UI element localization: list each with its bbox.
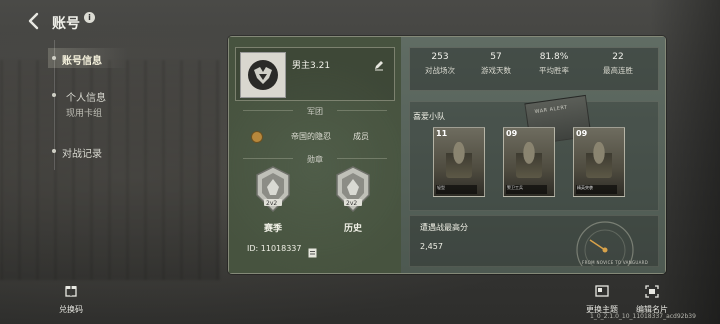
divider xyxy=(243,158,293,159)
soldier-unit-icon xyxy=(586,142,612,178)
season-medal-caption: 赛季 xyxy=(263,224,282,234)
redeem-code-label: 兑换码 xyxy=(59,305,83,314)
footer-note: FROM NOVICE TO VANGUARD xyxy=(582,260,649,265)
unit-level: 09 xyxy=(576,129,588,138)
info-icon[interactable]: i xyxy=(84,12,95,23)
theme-icon xyxy=(595,285,609,297)
soldier-unit-icon xyxy=(516,142,542,178)
squad-title: 喜爱小队 xyxy=(413,112,445,121)
medal-rank-label: 2v2 xyxy=(346,200,358,207)
history-medal[interactable]: 2v2 xyxy=(333,165,373,215)
stat-win-streak: 22 最高连胜 xyxy=(588,52,648,76)
medal-icon xyxy=(256,166,290,213)
legion-members-link[interactable]: 成员 xyxy=(353,131,369,142)
stat-value: 22 xyxy=(612,52,624,62)
unit-tag: 精英突袭 xyxy=(576,185,617,194)
unit-card[interactable]: 11 轻型 xyxy=(433,127,485,197)
back-arrow-icon xyxy=(28,12,39,30)
unit-card[interactable]: 09 警卫工兵 xyxy=(503,127,555,197)
sidebar-item-battle-record[interactable]: 对战记录 xyxy=(62,145,102,160)
card-right-panel: 253 对战场次 57 游戏天数 81.8% 平均胜率 22 最高连胜 WAR … xyxy=(401,37,665,273)
player-id: ID: 11018337 xyxy=(247,244,302,253)
profile-card: 男主3.21 军团 帝国的隐忍 成员 勋章 2v2 赛季 2v2 历史 ID: … xyxy=(228,36,666,274)
divider xyxy=(337,110,387,111)
edit-icon[interactable] xyxy=(373,56,385,71)
medal-rank-label: 2v2 xyxy=(266,200,278,207)
stats-panel: 253 对战场次 57 游戏天数 81.8% 平均胜率 22 最高连胜 xyxy=(409,47,659,91)
gift-icon xyxy=(65,286,77,297)
legion-name: 帝国的隐忍 xyxy=(291,132,331,141)
sidebar-item-current-deck[interactable]: 现用卡组 xyxy=(66,106,102,119)
divider xyxy=(337,158,387,159)
version-text: 1_0_2.1.0_10_11018337_acd92b39 xyxy=(590,313,696,320)
unit-level: 11 xyxy=(436,129,448,138)
player-name: 男主3.21 xyxy=(292,61,331,71)
stat-label: 平均胜率 xyxy=(539,66,569,75)
stat-value: 57 xyxy=(490,52,502,62)
divider xyxy=(243,110,293,111)
stat-value: 253 xyxy=(431,52,449,62)
wolf-emblem-icon xyxy=(248,60,278,90)
unit-tag: 警卫工兵 xyxy=(506,185,547,194)
season-medal[interactable]: 2v2 xyxy=(253,165,293,215)
unit-level: 09 xyxy=(506,129,518,138)
profile-header: 男主3.21 xyxy=(235,47,395,101)
scan-frame-icon xyxy=(645,285,659,298)
stat-label: 对战场次 xyxy=(425,66,455,75)
nav-dot-icon xyxy=(52,93,56,97)
stat-label: 最高连胜 xyxy=(603,66,633,75)
edit-card-button[interactable]: 编辑名片 xyxy=(636,283,668,315)
nav-dot-icon xyxy=(52,149,56,153)
medal-icon xyxy=(336,166,370,213)
sidebar-item-personal-info[interactable]: 个人信息 xyxy=(66,89,106,104)
card-left-panel: 男主3.21 军团 帝国的隐忍 成员 勋章 2v2 赛季 2v2 历史 ID: … xyxy=(229,37,402,273)
legion-badge-icon xyxy=(251,131,263,143)
stat-battles: 253 对战场次 xyxy=(410,52,470,76)
sidebar-item-account-info[interactable]: 账号信息 xyxy=(62,52,102,67)
medal-section-label: 勋章 xyxy=(307,155,323,164)
background-scene xyxy=(0,60,220,280)
score-title: 遭遇战最高分 xyxy=(420,223,468,232)
stat-label: 游戏天数 xyxy=(481,66,511,75)
history-medal-caption: 历史 xyxy=(343,224,362,234)
score-value: 2,457 xyxy=(420,242,443,251)
stat-value: 81.8% xyxy=(539,52,569,62)
unit-tag: 轻型 xyxy=(436,185,477,194)
redeem-code-button[interactable]: 兑换码 xyxy=(57,282,85,315)
skirmish-score-panel: 遭遇战最高分 2,457 FROM NOVICE TO VANGUARD xyxy=(409,215,659,267)
stat-win-rate: 81.8% 平均胜率 xyxy=(524,52,584,76)
change-theme-button[interactable]: 更换主题 xyxy=(586,283,618,315)
back-button[interactable] xyxy=(24,10,46,32)
copy-icon[interactable] xyxy=(308,243,317,258)
tag-text: WAR ALERT xyxy=(534,104,568,116)
nav-dot-icon xyxy=(52,56,56,60)
unit-card[interactable]: 09 精英突袭 xyxy=(573,127,625,197)
tank-unit-icon xyxy=(446,142,472,178)
page-title: 账号 xyxy=(52,16,80,32)
stat-days: 57 游戏天数 xyxy=(466,52,526,76)
legion-section-label: 军团 xyxy=(307,107,323,116)
avatar[interactable] xyxy=(240,52,286,98)
